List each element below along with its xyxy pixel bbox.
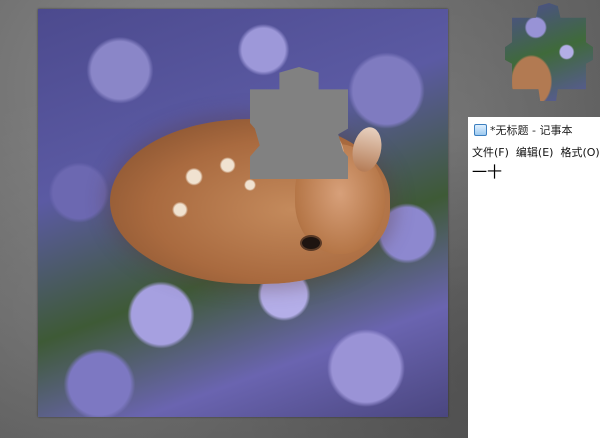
notepad-icon [474, 124, 487, 136]
notepad-title: *无标题 - 记事本 [490, 124, 573, 137]
notepad-menubar: 文件(F) 编辑(E) 格式(O) [472, 144, 600, 160]
menu-file[interactable]: 文件(F) [472, 144, 509, 160]
notepad-editor-text[interactable]: 一十 [472, 161, 502, 182]
fawn-image [110, 119, 390, 284]
loose-puzzle-piece[interactable] [505, 3, 593, 101]
missing-piece-slot[interactable] [250, 67, 348, 179]
notepad-window[interactable]: *无标题 - 记事本 文件(F) 编辑(E) 格式(O) 一十 [468, 117, 600, 438]
notepad-titlebar: *无标题 - 记事本 [474, 121, 572, 139]
fawn-eye [302, 237, 320, 249]
puzzle-board[interactable] [38, 9, 448, 417]
menu-edit[interactable]: 编辑(E) [516, 144, 554, 160]
menu-format[interactable]: 格式(O) [560, 144, 599, 160]
